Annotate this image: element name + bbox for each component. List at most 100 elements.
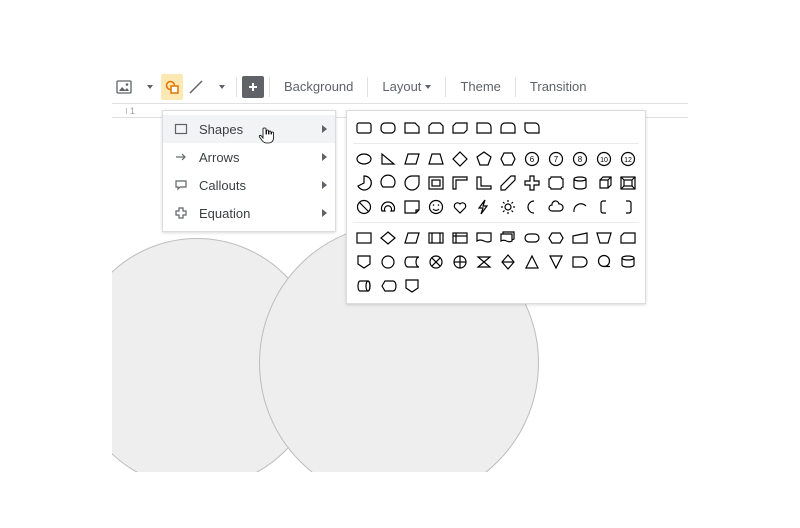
shape-trapezoid[interactable] bbox=[425, 148, 447, 170]
shape-folded-corner[interactable] bbox=[401, 196, 423, 218]
menu-item-label: Shapes bbox=[191, 122, 322, 137]
shape-fc-connector-off[interactable] bbox=[353, 251, 375, 273]
shape-diagonal-stripe[interactable] bbox=[497, 172, 519, 194]
shape-pentagon[interactable] bbox=[473, 148, 495, 170]
shape-frame[interactable] bbox=[425, 172, 447, 194]
shape-fc-stored-data[interactable] bbox=[401, 251, 423, 273]
insert-line-button[interactable] bbox=[185, 74, 207, 100]
shape-snip-diag[interactable] bbox=[449, 117, 471, 139]
add-button[interactable] bbox=[242, 76, 264, 98]
shape-fc-card[interactable] bbox=[617, 227, 639, 249]
shape-snip-corner[interactable] bbox=[401, 117, 423, 139]
shape-icon bbox=[164, 79, 180, 95]
svg-text:12: 12 bbox=[624, 157, 632, 164]
shape-heart[interactable] bbox=[449, 196, 471, 218]
shape-fc-preparation[interactable] bbox=[545, 227, 567, 249]
shape-fc-manual-op[interactable] bbox=[593, 227, 615, 249]
shape-block-arc[interactable] bbox=[377, 196, 399, 218]
shape-hexagon[interactable] bbox=[497, 148, 519, 170]
shape-round-same-side[interactable] bbox=[497, 117, 519, 139]
shape-fc-multidoc[interactable] bbox=[497, 227, 519, 249]
shape-fc-merge[interactable] bbox=[545, 251, 567, 273]
shape-cube[interactable] bbox=[593, 172, 615, 194]
shape-fc-internal[interactable] bbox=[449, 227, 471, 249]
shape-snip-same-side[interactable] bbox=[425, 117, 447, 139]
shape-fc-summing[interactable] bbox=[425, 251, 447, 273]
plus-outline-icon bbox=[171, 206, 191, 220]
shape-fc-display[interactable] bbox=[377, 275, 399, 297]
shape-chord[interactable] bbox=[377, 172, 399, 194]
shape-teardrop[interactable] bbox=[401, 172, 423, 194]
shape-fc-delay[interactable] bbox=[569, 251, 591, 273]
shape-fc-terminator[interactable] bbox=[521, 227, 543, 249]
shape-fc-sort[interactable] bbox=[497, 251, 519, 273]
shape-pie[interactable] bbox=[353, 172, 375, 194]
shape-fc-direct-storage[interactable] bbox=[353, 275, 375, 297]
shape-number-8[interactable]: 8 bbox=[569, 148, 591, 170]
shape-ellipse[interactable] bbox=[353, 148, 375, 170]
shape-bracket-left[interactable] bbox=[593, 196, 615, 218]
shape-fc-document[interactable] bbox=[473, 227, 495, 249]
shape-rectangle[interactable] bbox=[353, 117, 375, 139]
toolbar-separator bbox=[515, 77, 516, 97]
shape-plaque[interactable] bbox=[545, 172, 567, 194]
background-button[interactable]: Background bbox=[274, 74, 363, 100]
shape-right-triangle[interactable] bbox=[377, 148, 399, 170]
shape-fc-predefined[interactable] bbox=[425, 227, 447, 249]
shape-bracket-right[interactable] bbox=[617, 196, 639, 218]
shape-fc-offpage[interactable] bbox=[401, 275, 423, 297]
insert-shape-button[interactable] bbox=[161, 74, 183, 100]
shape-arc[interactable] bbox=[569, 196, 591, 218]
insert-line-dropdown[interactable] bbox=[209, 74, 231, 100]
shape-fc-extract[interactable] bbox=[521, 251, 543, 273]
shape-diamond[interactable] bbox=[449, 148, 471, 170]
shape-moon[interactable] bbox=[521, 196, 543, 218]
palette-group-2: 6 7 8 10 12 bbox=[353, 143, 639, 218]
shape-round-single[interactable] bbox=[473, 117, 495, 139]
shape-fc-manual-input[interactable] bbox=[569, 227, 591, 249]
shape-number-6[interactable]: 6 bbox=[521, 148, 543, 170]
shape-lightning[interactable] bbox=[473, 196, 495, 218]
chevron-right-icon bbox=[322, 125, 327, 133]
shape-fc-collate[interactable] bbox=[473, 251, 495, 273]
chevron-right-icon bbox=[322, 209, 327, 217]
shape-parallelogram[interactable] bbox=[401, 148, 423, 170]
shape-number-12[interactable]: 12 bbox=[617, 148, 639, 170]
insert-image-dropdown[interactable] bbox=[137, 74, 159, 100]
shape-number-10[interactable]: 10 bbox=[593, 148, 615, 170]
menu-item-callouts[interactable]: Callouts bbox=[163, 171, 335, 199]
menu-item-shapes[interactable]: Shapes bbox=[163, 115, 335, 143]
shape-fc-connector[interactable] bbox=[377, 251, 399, 273]
shape-smiley[interactable] bbox=[425, 196, 447, 218]
shape-fc-data[interactable] bbox=[401, 227, 423, 249]
transition-button[interactable]: Transition bbox=[520, 74, 597, 100]
toolbar-separator bbox=[236, 77, 237, 97]
shape-bevel[interactable] bbox=[617, 172, 639, 194]
shape-sun[interactable] bbox=[497, 196, 519, 218]
insert-image-button[interactable] bbox=[113, 74, 135, 100]
shape-round-diag[interactable] bbox=[521, 117, 543, 139]
menu-item-arrows[interactable]: Arrows bbox=[163, 143, 335, 171]
layout-button[interactable]: Layout bbox=[372, 74, 441, 100]
shape-cloud[interactable] bbox=[545, 196, 567, 218]
shape-can[interactable] bbox=[569, 172, 591, 194]
shape-l[interactable] bbox=[473, 172, 495, 194]
shape-fc-seq-storage[interactable] bbox=[593, 251, 615, 273]
theme-button[interactable]: Theme bbox=[450, 74, 510, 100]
palette-group-3 bbox=[353, 222, 639, 297]
shape-fc-magnetic-disk[interactable] bbox=[617, 251, 639, 273]
shape-rounded-rect[interactable] bbox=[377, 117, 399, 139]
app-viewport: Background Layout Theme Transition 1 Sha… bbox=[112, 70, 688, 472]
shape-half-frame[interactable] bbox=[449, 172, 471, 194]
shape-number-7[interactable]: 7 bbox=[545, 148, 567, 170]
rectangle-icon bbox=[171, 122, 191, 136]
shape-fc-or[interactable] bbox=[449, 251, 471, 273]
shapes-palette: 6 7 8 10 12 bbox=[346, 110, 646, 304]
shape-no-symbol[interactable] bbox=[353, 196, 375, 218]
shape-fc-decision[interactable] bbox=[377, 227, 399, 249]
svg-text:8: 8 bbox=[578, 155, 583, 164]
menu-item-equation[interactable]: Equation bbox=[163, 199, 335, 227]
shape-fc-process[interactable] bbox=[353, 227, 375, 249]
shape-plus-outline[interactable] bbox=[521, 172, 543, 194]
toolbar-separator bbox=[367, 77, 368, 97]
